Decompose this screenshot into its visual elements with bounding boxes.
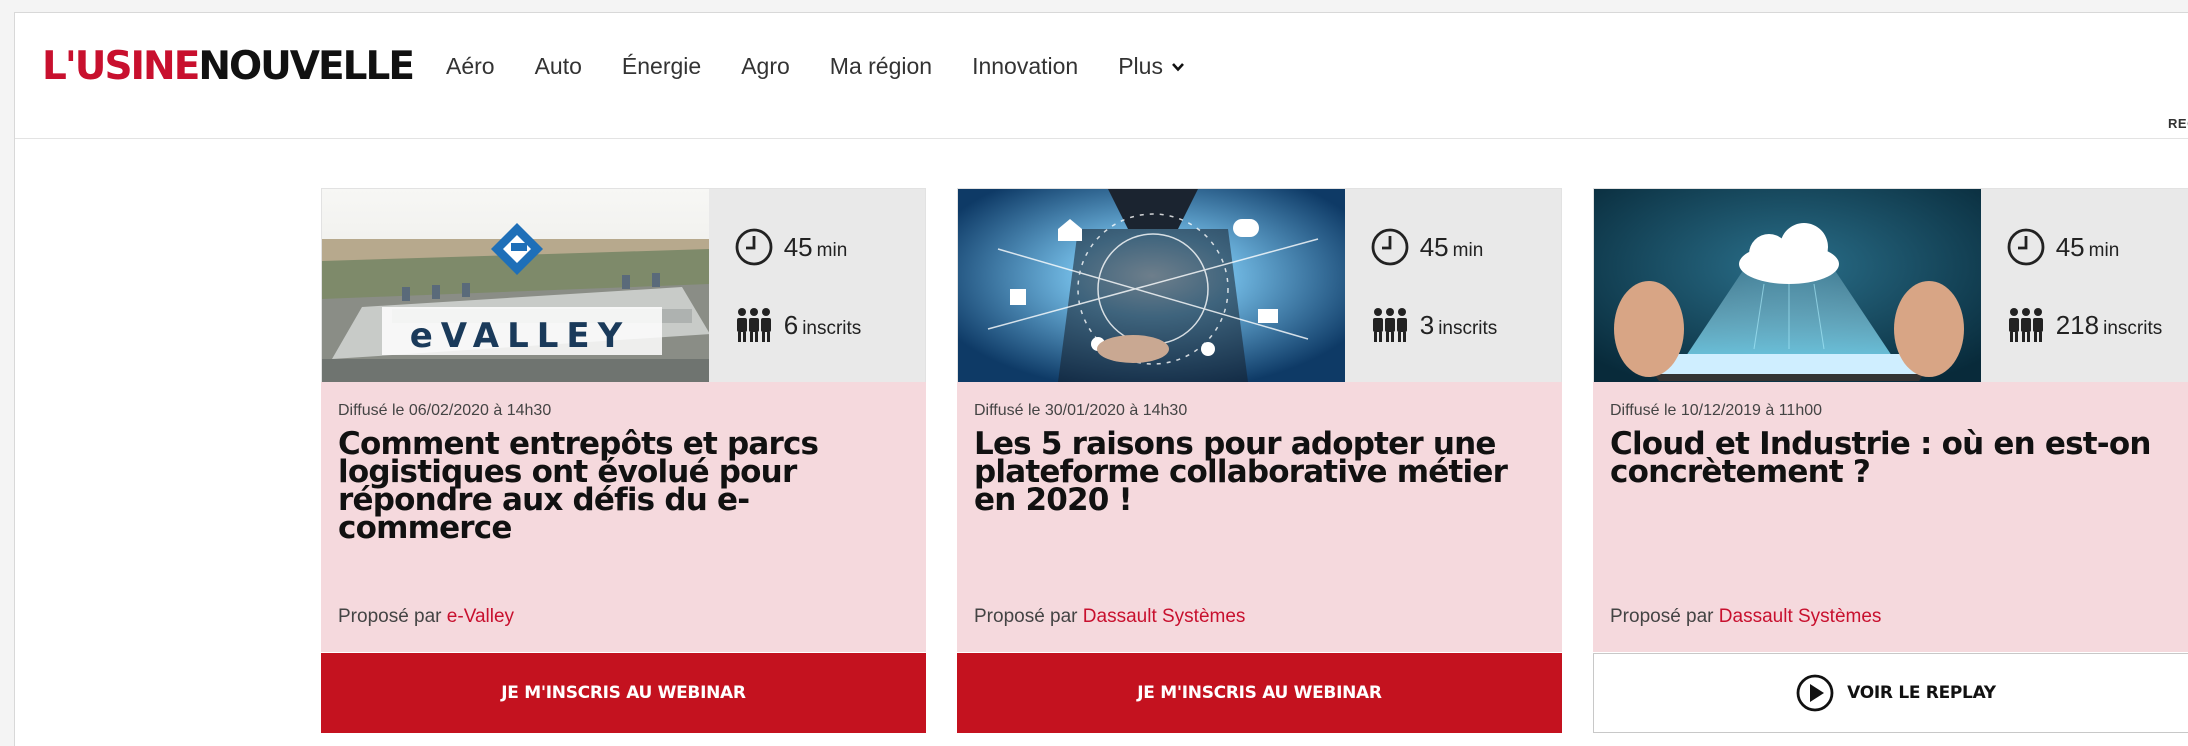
provider-link[interactable]: e-Valley [447,606,514,627]
duration-unit: min [2088,239,2120,261]
registrants-unit: inscrits [2103,317,2163,339]
card-stats: 45 min 218 inscrits [1980,189,2188,382]
duration-value: 45 [2055,231,2085,262]
provider-prefix: Proposé par [338,606,442,627]
site-logo[interactable]: L'USINENOUVELLE [42,44,415,89]
registrants-value: 218 [2055,309,2100,340]
people-icon [2008,308,2043,342]
card-body: Diffusé le 10/12/2019 à 11h00 Cloud et I… [1593,382,2188,652]
people-icon [736,308,771,342]
nav-item-aero[interactable]: Aéro [446,53,495,80]
registrants-stat: 3 inscrits [1370,307,1498,343]
warehouse-image: eVALLEY [322,189,709,382]
people-icon [1372,308,1407,342]
duration-stat: 45 min [1370,227,1484,267]
nav-item-auto[interactable]: Auto [535,53,582,80]
registrants-unit: inscrits [802,317,862,339]
webinar-title[interactable]: Les 5 raisons pour adopter une plateform… [974,429,1542,516]
registrants-value: 6 [783,309,799,340]
card-top: eVALLEY 45 min 6 inscrits [321,188,926,382]
provider-line: Proposé par e-Valley [338,606,514,628]
play-icon [1796,674,1834,712]
provider-line: Proposé par Dassault Systèmes [1610,606,1881,628]
registrants-stat: 6 inscrits [734,307,862,343]
chevron-down-icon [1172,62,1184,71]
webinar-title[interactable]: Comment entrepôts et parcs logistiques o… [338,429,906,544]
provider-prefix: Proposé par [974,606,1078,627]
card-top: 45 min 218 inscrits [1593,188,2188,382]
provider-line: Proposé par Dassault Systèmes [974,606,1245,628]
broadcast-date: Diffusé le 06/02/2020 à 14h30 [338,402,552,419]
provider-prefix: Proposé par [1610,606,1714,627]
duration-value: 45 [1419,231,1449,262]
cloud-tablet-image [1594,189,1981,382]
nav-item-ma-region[interactable]: Ma région [830,53,932,80]
page: L'USINENOUVELLE Aéro Auto Énergie Agro M… [14,12,2188,746]
logo-part-black: NOUVELLE [198,44,415,89]
provider-link[interactable]: Dassault Systèmes [1083,606,1246,627]
card-stats: 45 min 6 inscrits [708,189,925,382]
nav-item-plus[interactable]: Plus [1118,53,1185,80]
replay-label: VOIR LE REPLAY [1847,683,1996,703]
watch-replay-button[interactable]: VOIR LE REPLAY [1593,653,2188,733]
webinar-thumbnail[interactable] [1594,189,1981,382]
nav-plus-label: Plus [1118,53,1163,79]
nav-item-agro[interactable]: Agro [741,53,790,80]
logo-part-red: L'USINE [42,44,200,89]
clock-icon [735,228,773,266]
clock-icon [2007,228,2045,266]
card-top: 45 min 3 inscrits [957,188,1562,382]
webinar-title[interactable]: Cloud et Industrie : où en est-on concrè… [1610,429,2178,488]
digital-network-image [958,189,1345,382]
webinar-cards: eVALLEY 45 min 6 inscrits Diffusé le 06/… [321,188,2188,733]
webinar-thumbnail[interactable] [958,189,1345,382]
header-right-label[interactable]: REC [2168,116,2188,131]
duration-stat: 45 min [2006,227,2120,267]
duration-unit: min [1452,239,1484,261]
evalley-logo-text: eVALLEY [410,316,631,356]
registrants-stat: 218 inscrits [2006,307,2163,343]
broadcast-date: Diffusé le 30/01/2020 à 14h30 [974,402,1188,419]
card-body: Diffusé le 30/01/2020 à 14h30 Les 5 rais… [957,382,1562,652]
card-stats: 45 min 3 inscrits [1344,189,1561,382]
webinar-card[interactable]: eVALLEY 45 min 6 inscrits Diffusé le 06/… [321,188,926,733]
register-webinar-button[interactable]: JE M'INSCRIS AU WEBINAR [321,653,926,733]
nav-item-innovation[interactable]: Innovation [972,53,1078,80]
provider-link[interactable]: Dassault Systèmes [1719,606,1882,627]
webinar-thumbnail[interactable]: eVALLEY [322,189,709,382]
registrants-unit: inscrits [1438,317,1498,339]
nav-item-energie[interactable]: Énergie [622,53,701,80]
register-webinar-button[interactable]: JE M'INSCRIS AU WEBINAR [957,653,1562,733]
clock-icon [1371,228,1409,266]
duration-value: 45 [783,231,813,262]
site-header: L'USINENOUVELLE Aéro Auto Énergie Agro M… [15,13,2188,139]
card-body: Diffusé le 06/02/2020 à 14h30 Comment en… [321,382,926,652]
duration-unit: min [816,239,848,261]
webinar-card[interactable]: 45 min 3 inscrits Diffusé le 30/01/2020 à … [957,188,1562,733]
duration-stat: 45 min [734,227,848,267]
broadcast-date: Diffusé le 10/12/2019 à 11h00 [1610,402,1823,419]
main-nav: Aéro Auto Énergie Agro Ma région Innovat… [446,53,1225,80]
registrants-value: 3 [1419,309,1435,340]
webinar-card[interactable]: 45 min 218 inscrits Diffusé le 10/12/2019 … [1593,188,2188,733]
